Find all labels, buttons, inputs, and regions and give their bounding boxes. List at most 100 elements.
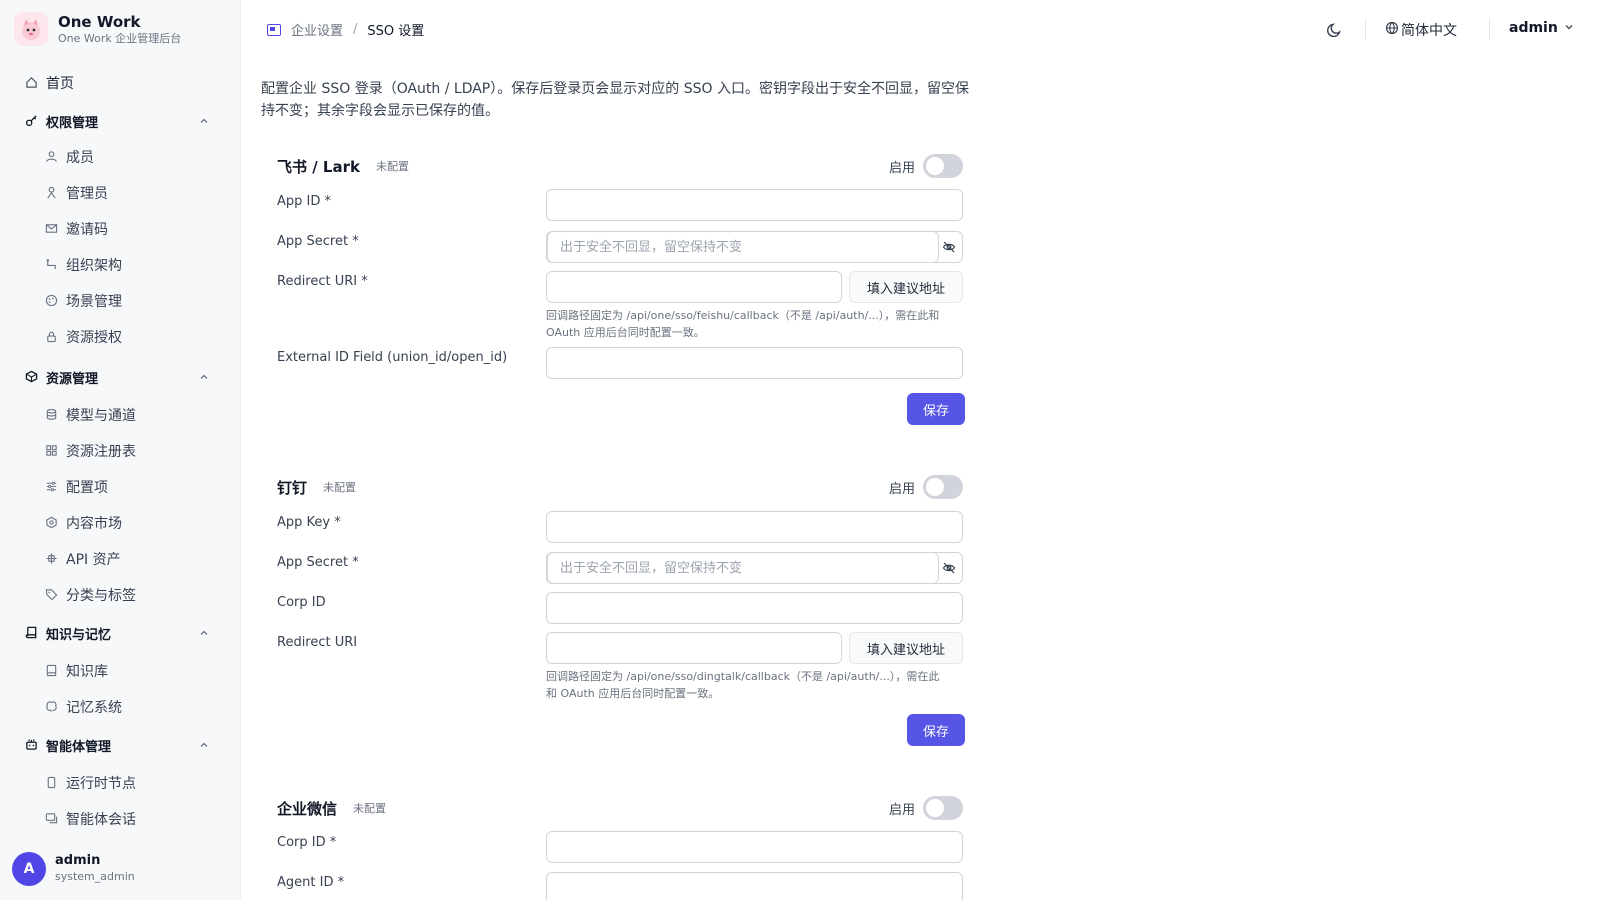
- home-icon: [24, 76, 38, 90]
- sidebar: One Work One Work 企业管理后台 首页 权限管理 成员 管理员 …: [0, 0, 241, 900]
- sidebar-item-config[interactable]: 配置项: [0, 472, 241, 502]
- bot-icon: [24, 738, 38, 752]
- sidebar-item-members[interactable]: 成员: [0, 142, 241, 172]
- sidebar-item-label: 配置项: [66, 480, 108, 496]
- status-badge: 未配置: [353, 802, 387, 815]
- save-button[interactable]: 保存: [907, 393, 965, 425]
- sidebar-item-label: 运行时节点: [66, 776, 136, 792]
- sidebar-item-runtime[interactable]: 运行时节点: [0, 768, 241, 798]
- server-icon: [44, 776, 58, 790]
- language-label: 简体中文: [1401, 23, 1457, 39]
- user-role: system_admin: [55, 870, 135, 883]
- app-key-input[interactable]: [546, 511, 963, 543]
- status-badge: 未配置: [323, 481, 357, 494]
- divider: [1489, 18, 1490, 40]
- status-badge: 未配置: [375, 160, 409, 173]
- section-title: 钉钉: [277, 478, 308, 497]
- chevron-up-icon: [198, 627, 210, 639]
- sidebar-group-label: 资源管理: [46, 371, 99, 387]
- sidebar-item-memory[interactable]: 记忆系统: [0, 692, 241, 722]
- enable-toggle[interactable]: [923, 154, 964, 178]
- sidebar-item-kb[interactable]: 知识库: [0, 656, 241, 686]
- field-label: Redirect URI: [277, 635, 358, 650]
- sidebar-item-home[interactable]: 首页: [0, 68, 241, 98]
- enable-toggle[interactable]: [923, 796, 964, 820]
- org-tree-icon: [44, 258, 58, 272]
- sidebar-group-label: 权限管理: [46, 115, 99, 131]
- fill-suggested-button[interactable]: 填入建议地址: [849, 632, 963, 664]
- sidebar-item-api[interactable]: API 资产: [0, 544, 241, 574]
- sidebar-item-registry[interactable]: 资源注册表: [0, 436, 241, 466]
- account-menu[interactable]: admin: [1509, 20, 1574, 36]
- field-label: Agent ID *: [277, 875, 345, 890]
- sidebar-item-resource-auth[interactable]: 资源授权: [0, 322, 241, 352]
- language-switch[interactable]: 简体中文: [1385, 20, 1457, 40]
- sidebar-group-knowledge[interactable]: 知识与记忆: [0, 618, 241, 648]
- brand[interactable]: One Work One Work 企业管理后台: [14, 12, 181, 46]
- sidebar-item-scenes[interactable]: 场景管理: [0, 286, 241, 316]
- app-secret-field: [546, 552, 963, 584]
- sidebar-item-invites[interactable]: 邀请码: [0, 214, 241, 244]
- enable-label: 启用: [889, 802, 916, 818]
- database-icon: [44, 408, 58, 422]
- field-label: App Secret *: [277, 555, 359, 570]
- field-label: App Key *: [277, 515, 341, 530]
- plug-icon: [44, 552, 58, 566]
- sidebar-item-market[interactable]: 内容市场: [0, 508, 241, 538]
- agent-id-input[interactable]: [546, 872, 963, 900]
- hexagon-icon: [44, 516, 58, 530]
- globe-icon: [1385, 21, 1399, 39]
- chat-icon: [44, 812, 58, 826]
- field-label: Redirect URI *: [277, 274, 368, 289]
- enable-toggle[interactable]: [923, 475, 964, 499]
- sidebar-item-sessions[interactable]: 智能体会话: [0, 804, 241, 834]
- sidebar-item-models[interactable]: 模型与通道: [0, 400, 241, 430]
- field-label: App ID *: [277, 194, 332, 209]
- sidebar-group-agents[interactable]: 智能体管理: [0, 730, 241, 760]
- top-bar: 企业设置 / SSO 设置 简体中文 admin: [241, 0, 1600, 58]
- sidebar-item-admins[interactable]: 管理员: [0, 178, 241, 208]
- app-secret-input[interactable]: [547, 231, 939, 263]
- account-name: admin: [1509, 20, 1558, 36]
- brand-title: One Work: [58, 12, 141, 31]
- sidebar-group-resources[interactable]: 资源管理: [0, 362, 241, 392]
- sidebar-group-label: 智能体管理: [46, 739, 112, 755]
- field-label: Corp ID: [277, 595, 326, 610]
- chevron-up-icon: [198, 115, 210, 127]
- user-shield-icon: [44, 186, 58, 200]
- key-icon: [24, 114, 38, 128]
- lock-icon: [44, 330, 58, 344]
- sidebar-item-label: 记忆系统: [66, 700, 122, 716]
- field-label: Corp ID *: [277, 835, 337, 850]
- app-secret-field: [546, 231, 963, 263]
- sidebar-item-label: 成员: [66, 150, 94, 166]
- save-button[interactable]: 保存: [907, 714, 965, 746]
- sidebar-item-label: 模型与通道: [66, 408, 136, 424]
- current-user[interactable]: A admin system_admin: [12, 852, 135, 886]
- grid-icon: [44, 444, 58, 458]
- redirect-uri-input[interactable]: [546, 632, 842, 664]
- brain-icon: [44, 700, 58, 714]
- app-secret-input[interactable]: [547, 552, 939, 584]
- sidebar-item-tags[interactable]: 分类与标签: [0, 580, 241, 610]
- redirect-uri-input[interactable]: [546, 271, 842, 303]
- sidebar-item-label: API 资产: [66, 552, 121, 568]
- sidebar-item-label: 首页: [46, 76, 74, 92]
- sidebar-item-org[interactable]: 组织架构: [0, 250, 241, 280]
- sidebar-item-label: 内容市场: [66, 516, 122, 532]
- redirect-hint: 回调路径固定为 /api/one/sso/dingtalk/callback（不…: [546, 670, 940, 700]
- sidebar-item-label: 资源注册表: [66, 444, 136, 460]
- divider: [1365, 18, 1366, 40]
- eye-off-icon[interactable]: [942, 561, 956, 575]
- external-id-input[interactable]: [546, 347, 963, 379]
- moon-icon[interactable]: [1326, 21, 1344, 39]
- sidebar-item-label: 场景管理: [66, 294, 122, 310]
- app-id-input[interactable]: [546, 189, 963, 221]
- corp-id-input[interactable]: [546, 831, 963, 863]
- fill-suggested-button[interactable]: 填入建议地址: [849, 271, 963, 303]
- sidebar-group-permissions[interactable]: 权限管理: [0, 106, 241, 136]
- sidebar-item-label: 分类与标签: [66, 588, 136, 604]
- corp-id-input[interactable]: [546, 592, 963, 624]
- eye-off-icon[interactable]: [942, 240, 956, 254]
- enable-label: 启用: [889, 160, 916, 176]
